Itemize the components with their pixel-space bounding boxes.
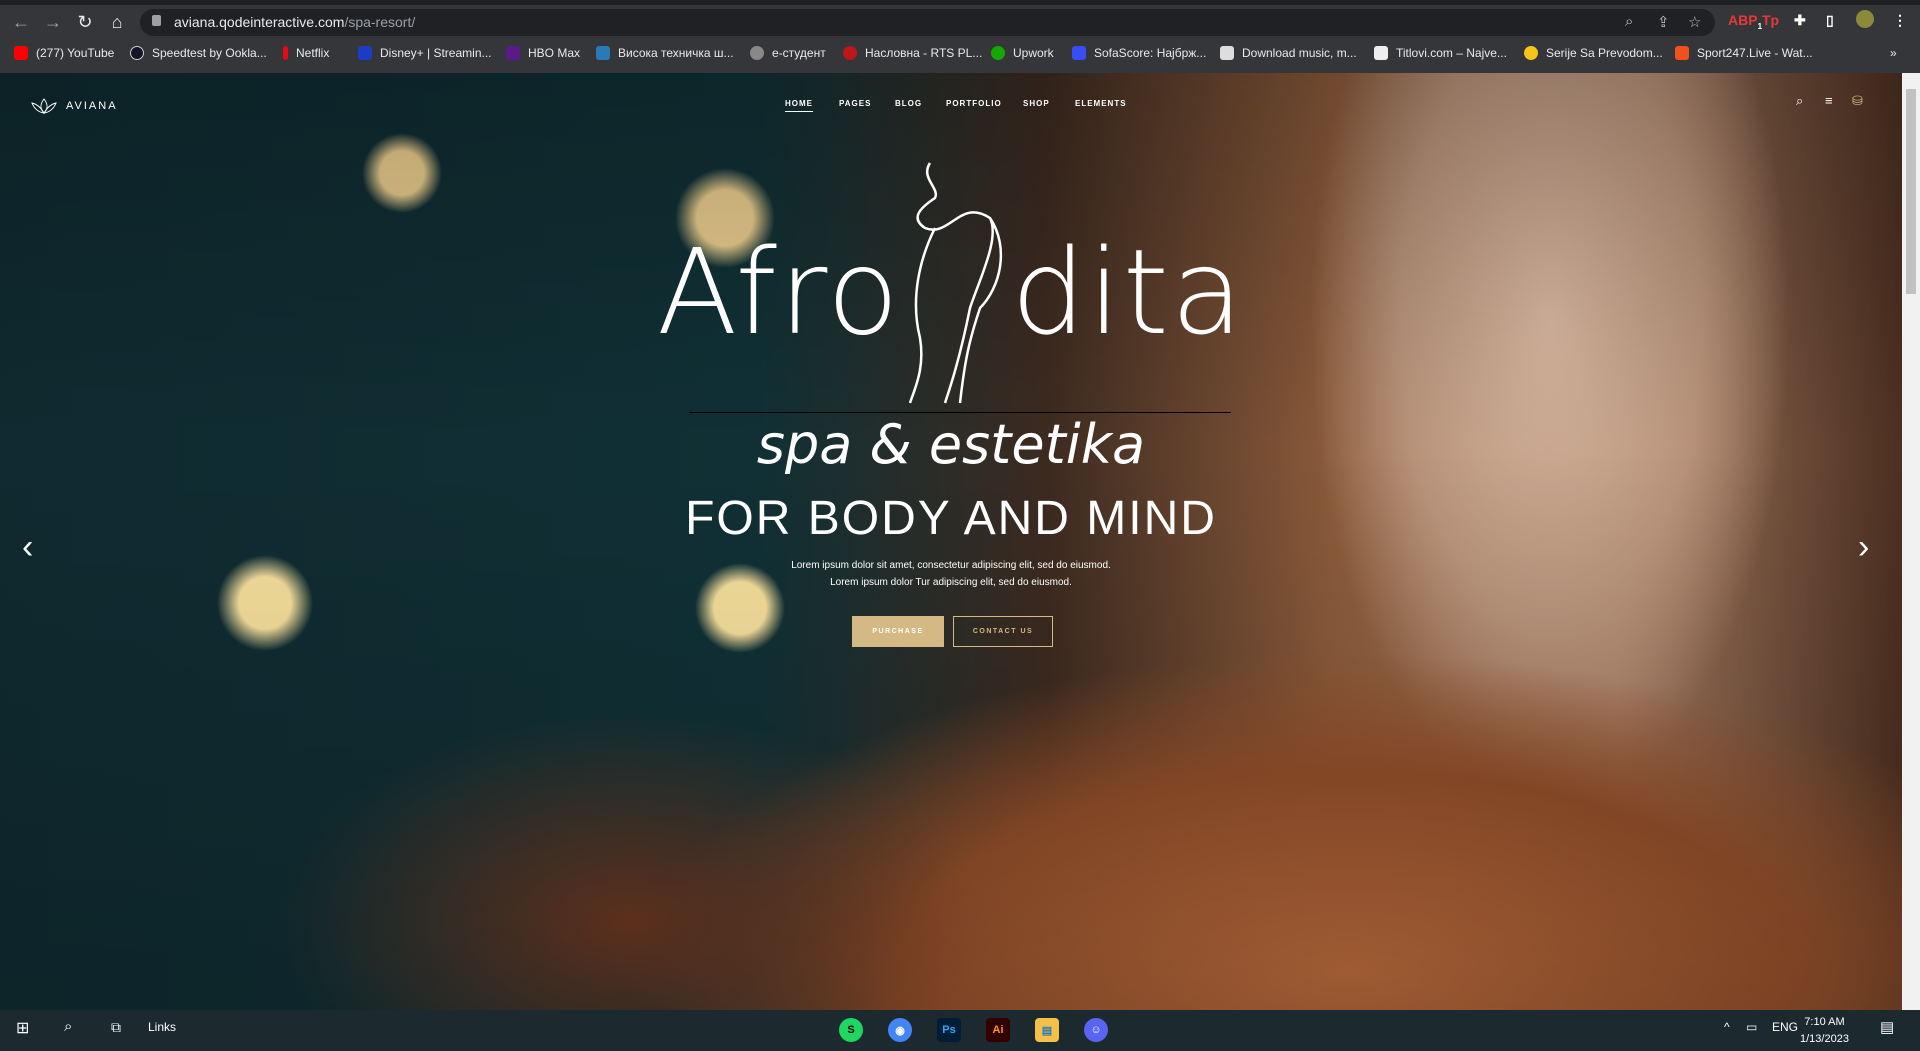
- prev-slide-arrow[interactable]: ‹: [22, 528, 33, 567]
- file-explorer-icon[interactable]: ▤: [1035, 1018, 1059, 1042]
- links-toolbar[interactable]: Links: [148, 1020, 176, 1034]
- discord-icon[interactable]: ☺: [1084, 1018, 1108, 1042]
- bookmark-upwork[interactable]: Upwork: [991, 46, 1054, 60]
- nav-home[interactable]: HOME: [785, 99, 813, 112]
- scrollbar-thumb[interactable]: [1906, 89, 1916, 294]
- sport247-icon: [1675, 46, 1689, 60]
- url-text: aviana.qodeinteractive.com/spa-resort/: [174, 14, 416, 30]
- bookmark-disney[interactable]: Disney+ | Streamin...: [358, 46, 492, 60]
- bookmark-hbo[interactable]: HBO Max: [506, 46, 580, 60]
- netflix-icon: [283, 46, 288, 60]
- zoom-icon[interactable]: ⌕: [1625, 13, 1633, 30]
- nav-shop[interactable]: SHOP: [1023, 99, 1050, 108]
- rts-icon: [843, 46, 857, 60]
- notifications-icon[interactable]: ▤: [1880, 1018, 1894, 1036]
- back-icon[interactable]: ←: [10, 12, 32, 33]
- purchase-button[interactable]: PURCHASE: [852, 616, 944, 647]
- hero-text-1: Lorem ipsum dolor sit amet, consectetur …: [791, 560, 1111, 571]
- bookmark-download-music[interactable]: Download music, m...: [1220, 46, 1357, 60]
- serije-icon: [1524, 46, 1538, 60]
- menu-icon[interactable]: ⋮: [1893, 12, 1907, 29]
- contact-us-button[interactable]: CONTACT US: [953, 616, 1053, 647]
- bookmark-rts[interactable]: Насловна - RTS PL...: [843, 46, 982, 60]
- next-slide-arrow[interactable]: ›: [1858, 528, 1869, 567]
- bookmark-estudent[interactable]: e-студент: [750, 46, 826, 60]
- nav-pages[interactable]: PAGES: [839, 99, 871, 108]
- bookmark-serije[interactable]: Serije Sa Prevodom...: [1524, 46, 1663, 60]
- hero-tagline: FOR BODY AND MIND: [685, 492, 1217, 545]
- youtube-icon: [14, 46, 28, 60]
- bookmark-titlovi[interactable]: Titlovi.com – Najve...: [1374, 46, 1507, 60]
- lock-icon: [152, 15, 161, 26]
- search-icon[interactable]: ⌕: [1796, 93, 1803, 109]
- tray-chevron-icon[interactable]: ^: [1724, 1020, 1730, 1034]
- chrome-icon[interactable]: ◉: [888, 1018, 912, 1042]
- bookmark-sofascore[interactable]: SofaScore: Најбрж...: [1072, 46, 1206, 60]
- adblock-icon[interactable]: ABP1: [1728, 12, 1762, 31]
- hero-slider: AVIANA HOME PAGES BLOG PORTFOLIO SHOP EL…: [0, 73, 1902, 1010]
- profile-avatar[interactable]: [1856, 10, 1874, 28]
- side-panel-icon[interactable]: ▯: [1826, 12, 1834, 29]
- bookmark-speedtest[interactable]: Speedtest by Ookla...: [130, 46, 267, 60]
- photoshop-icon[interactable]: Ps: [937, 1018, 961, 1042]
- hbo-icon: [506, 46, 520, 60]
- bookmark-vts[interactable]: Висока техничка ш...: [596, 46, 734, 60]
- nav-elements[interactable]: ELEMENTS: [1075, 99, 1127, 108]
- lotus-icon: [31, 98, 57, 114]
- windows-taskbar: ⊞ ⌕ ⧉ Links S ◉ Ps Ai ▤ ☺ ^ ▭ ENG 7:10 A…: [0, 1010, 1920, 1051]
- home-icon[interactable]: ⌂: [106, 12, 128, 33]
- disney-icon: [358, 46, 372, 60]
- clock[interactable]: 7:10 AM 1/13/2023: [1800, 1014, 1849, 1048]
- hero-text-2: Lorem ipsum dolor Tur adipiscing elit, s…: [830, 577, 1072, 588]
- logo-text: AVIANA: [66, 100, 118, 112]
- language-indicator[interactable]: ENG: [1772, 1020, 1798, 1034]
- tab-strip: [0, 0, 1920, 5]
- scrollbar[interactable]: [1902, 73, 1920, 1010]
- extensions-icon[interactable]: ✚: [1794, 12, 1806, 29]
- globe-icon: [750, 46, 764, 60]
- task-view-icon[interactable]: ⧉: [111, 1019, 121, 1036]
- more-bookmarks[interactable]: »: [1890, 46, 1897, 60]
- speedtest-icon: [130, 46, 144, 60]
- spotify-icon[interactable]: S: [839, 1018, 863, 1042]
- share-icon[interactable]: ⇪: [1657, 13, 1670, 31]
- bookmark-netflix[interactable]: Netflix: [283, 46, 329, 60]
- address-bar[interactable]: aviana.qodeinteractive.com/spa-resort/ ⌕…: [140, 9, 1715, 36]
- upwork-icon: [991, 46, 1005, 60]
- reload-icon[interactable]: ↻: [74, 12, 96, 33]
- nav-portfolio[interactable]: PORTFOLIO: [946, 99, 1002, 108]
- titlovi-icon: [1374, 46, 1388, 60]
- woman-figure-logo: [908, 162, 1003, 404]
- illustrator-icon[interactable]: Ai: [986, 1018, 1010, 1042]
- bookmark-sport247[interactable]: Sport247.Live - Wat...: [1675, 46, 1813, 60]
- vts-icon: [596, 46, 610, 60]
- bookmarks-bar: (277) YouTube Speedtest by Ookla... Netf…: [0, 43, 1920, 67]
- download-music-icon: [1220, 46, 1234, 60]
- bookmark-youtube[interactable]: (277) YouTube: [14, 46, 114, 60]
- nav-blog[interactable]: BLOG: [895, 99, 922, 108]
- tp-extension-icon[interactable]: Tp: [1762, 12, 1779, 28]
- sofascore-icon: [1072, 46, 1086, 60]
- network-icon[interactable]: ▭: [1746, 1020, 1757, 1034]
- site-logo[interactable]: AVIANA: [30, 97, 118, 115]
- search-icon[interactable]: ⌕: [64, 1018, 72, 1035]
- browser-chrome: ← → ↻ ⌂ aviana.qodeinteractive.com/spa-r…: [0, 0, 1920, 73]
- bookmark-star-icon[interactable]: ☆: [1688, 13, 1701, 31]
- hamburger-menu-icon[interactable]: ≡: [1825, 93, 1833, 108]
- cart-icon[interactable]: ⛁: [1852, 93, 1863, 109]
- forward-icon[interactable]: →: [42, 12, 64, 33]
- windows-start-icon[interactable]: ⊞: [16, 1018, 29, 1038]
- hero-subtitle: spa & estetika: [756, 413, 1146, 476]
